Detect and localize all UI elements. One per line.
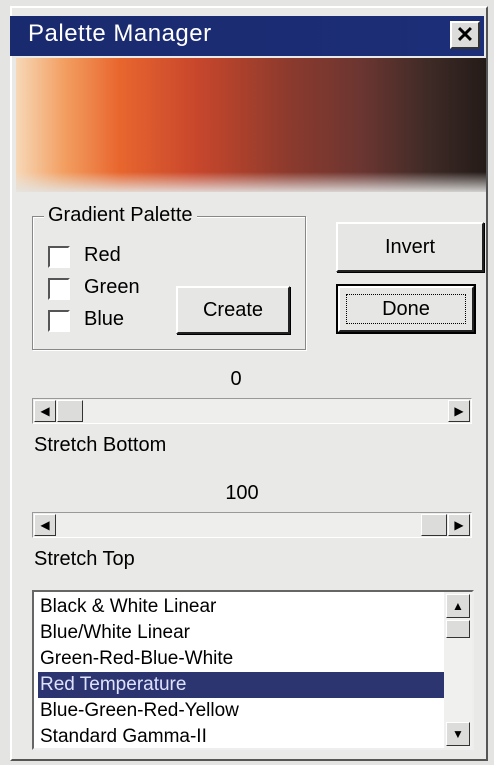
window-title: Palette Manager [28,20,212,47]
title-bar[interactable]: Palette Manager ✕ [10,16,484,56]
palette-listbox[interactable]: Black & White Linear Blue/White Linear G… [32,590,474,750]
right-arrow-icon[interactable]: ▶ [448,400,470,422]
stretch-bottom-scrollbar[interactable]: ◀ ▶ [32,398,472,424]
down-arrow-icon[interactable]: ▼ [446,722,470,746]
blue-checkbox[interactable] [48,310,70,332]
invert-button[interactable]: Invert [336,222,484,272]
focus-rect [346,294,466,324]
left-arrow-icon[interactable]: ◀ [34,514,56,536]
stretch-top-value: 100 [225,482,259,504]
palette-gradient-preview [16,58,486,192]
left-arrow-icon[interactable]: ◀ [34,400,56,422]
stretch-bottom-value: 0 [230,368,242,390]
palette-list-scrollbar[interactable]: ▲ ▼ [444,592,472,748]
list-item[interactable]: Blue-Green-Red-Yellow [38,698,444,724]
close-button[interactable]: ✕ [450,21,480,49]
blue-checkbox-label: Blue [84,308,125,330]
done-button[interactable]: Done [336,284,476,334]
red-checkbox-label: Red [84,244,121,266]
invert-button-label: Invert [384,236,436,258]
right-arrow-icon[interactable]: ▶ [448,514,470,536]
list-item[interactable]: Blue/White Linear [38,620,444,646]
close-icon: ✕ [455,22,475,47]
green-checkbox[interactable] [48,278,70,300]
gradient-palette-label: Gradient Palette [44,204,197,227]
list-item-selected[interactable]: Red Temperature [38,672,444,698]
stretch-top-label: Stretch Top [34,548,135,570]
stretch-top-thumb[interactable] [421,514,447,536]
list-item[interactable]: Green-Red-Blue-White [38,646,444,672]
list-scroll-thumb[interactable] [446,620,470,638]
red-checkbox[interactable] [48,246,70,268]
list-item[interactable]: Standard Gamma-II [38,724,444,748]
stretch-top-scrollbar[interactable]: ◀ ▶ [32,512,472,538]
up-arrow-icon[interactable]: ▲ [446,594,470,618]
list-item[interactable]: Black & White Linear [38,594,444,620]
stretch-bottom-label: Stretch Bottom [34,434,167,456]
green-checkbox-label: Green [84,276,140,298]
stretch-bottom-thumb[interactable] [57,400,83,422]
create-button-label: Create [202,299,264,321]
create-button[interactable]: Create [176,286,290,334]
